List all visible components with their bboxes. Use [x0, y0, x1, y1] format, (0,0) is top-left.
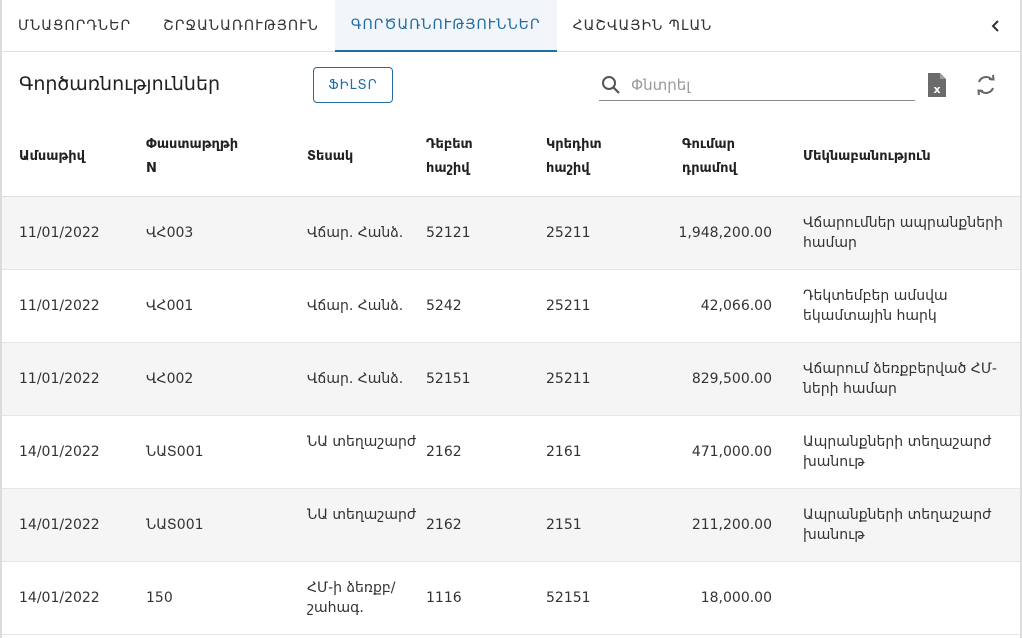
- toolbar: Գործառնություններ ՖԻԼՏՐ x: [2, 53, 1020, 119]
- cell-amount: 42,066.00: [700, 298, 772, 314]
- cell-date: 11/01/2022: [19, 298, 100, 314]
- cell-document: 150: [146, 590, 173, 606]
- column-header-document-line2: N: [146, 161, 157, 176]
- cell-date: 14/01/2022: [19, 590, 100, 606]
- column-header-amount[interactable]: Գումար դրամով: [682, 133, 782, 181]
- cell-document: ՎՀ001: [146, 298, 194, 314]
- filter-button[interactable]: ՖԻԼՏՐ: [313, 67, 393, 103]
- table-row[interactable]: 11/01/2022 ՎՀ003 Վճար. Հանձ. 52121 25211…: [2, 197, 1020, 270]
- table-row[interactable]: 14/01/2022 150 ՀՄ-ի ձեռքբ/ շահագ. 1116 5…: [2, 562, 1020, 635]
- search-box: [599, 69, 915, 101]
- cell-description: Վճարում ձեռքբերված ՀՄ-ների համար: [803, 361, 997, 397]
- cell-debit: 52151: [426, 371, 471, 387]
- column-header-document[interactable]: Փաստաթղթի N: [146, 133, 296, 181]
- cell-description: Ապրանքների տեղաշարժ խանութ: [803, 434, 992, 470]
- cell-type: ՀՄ-ի ձեռքբ/ շահագ.: [307, 580, 396, 616]
- cell-date: 14/01/2022: [19, 517, 100, 533]
- search-input[interactable]: [631, 72, 911, 98]
- page-title: Գործառնություններ: [19, 73, 221, 95]
- svg-text:x: x: [933, 83, 940, 96]
- cell-type: ՆԱ տեղաշարժ: [307, 434, 417, 450]
- column-header-date[interactable]: Ամսաթիվ: [19, 145, 139, 169]
- tab-chart-of-accounts[interactable]: ՀԱՇՎԱՅԻՆ ՊԼԱՆ: [557, 0, 729, 52]
- tab-balances[interactable]: ՄՆԱՑՈՐԴՆԵՐ: [2, 0, 147, 52]
- column-header-debit-line2: հաշիվ: [426, 161, 470, 176]
- column-header-credit[interactable]: Կրեդիտ հաշիվ: [546, 133, 656, 181]
- cell-credit: 2161: [546, 444, 582, 460]
- column-header-amount-line1: Գումար: [682, 137, 735, 152]
- tab-operations[interactable]: ԳՈՐԾԱՌՆՈՒԹՅՈՒՆՆԵՐ: [334, 0, 557, 52]
- cell-type: Վճար. Հանձ.: [307, 298, 404, 314]
- column-header-debit-line1: Դեբետ: [426, 137, 473, 152]
- cell-credit: 52151: [546, 590, 591, 606]
- table-row[interactable]: 11/01/2022 ՎՀ001 Վճար. Հանձ. 5242 25211 …: [2, 270, 1020, 343]
- tab-turnover[interactable]: ՇՐՋԱՆԱՌՈՒԹՅՈՒՆ: [147, 0, 335, 52]
- cell-date: 14/01/2022: [19, 444, 100, 460]
- column-header-amount-line2: դրամով: [682, 161, 737, 176]
- column-header-credit-line1: Կրեդիտ: [546, 137, 602, 152]
- cell-credit: 25211: [546, 371, 591, 387]
- cell-credit: 25211: [546, 225, 591, 241]
- cell-document: ՎՀ002: [146, 371, 194, 387]
- search-icon: [601, 75, 621, 95]
- table-row[interactable]: 14/01/2022 ՆԱՏ001 ՆԱ տեղաշարժ 2162 2161 …: [2, 416, 1020, 489]
- cell-debit: 2162: [426, 517, 462, 533]
- table-row[interactable]: 11/01/2022 ՎՀ002 Վճար. Հանձ. 52151 25211…: [2, 343, 1020, 416]
- column-header-description[interactable]: Մեկնաբանություն: [803, 145, 1003, 169]
- cell-credit: 25211: [546, 298, 591, 314]
- cell-amount: 211,200.00: [691, 517, 772, 533]
- app-frame: ՄՆԱՑՈՐԴՆԵՐ ՇՐՋԱՆԱՌՈՒԹՅՈՒՆ ԳՈՐԾԱՌՆՈՒԹՅՈՒՆ…: [0, 0, 1022, 638]
- tab-bar: ՄՆԱՑՈՐԴՆԵՐ ՇՐՋԱՆԱՌՈՒԹՅՈՒՆ ԳՈՐԾԱՌՆՈՒԹՅՈՒՆ…: [2, 0, 1020, 52]
- cell-document: ՆԱՏ001: [146, 517, 204, 533]
- cell-type: Վճար. Հանձ.: [307, 371, 404, 387]
- cell-document: ՆԱՏ001: [146, 444, 204, 460]
- cell-debit: 5242: [426, 298, 462, 314]
- cell-amount: 471,000.00: [691, 444, 772, 460]
- column-header-type[interactable]: Տեսակ: [307, 145, 417, 169]
- cell-amount: 18,000.00: [700, 590, 772, 606]
- cell-type: ՆԱ տեղաշարժ: [307, 507, 417, 523]
- cell-debit: 52121: [426, 225, 471, 241]
- cell-date: 11/01/2022: [19, 371, 100, 387]
- cell-amount: 829,500.00: [691, 371, 772, 387]
- column-header-credit-line2: հաշիվ: [546, 161, 590, 176]
- cell-type: Վճար. Հանձ.: [307, 225, 404, 241]
- operations-table: Ամսաթիվ Փաստաթղթի N Տեսակ Դեբետ հաշիվ Կր…: [2, 119, 1020, 635]
- table-row[interactable]: 14/01/2022 ՆԱՏ001 ՆԱ տեղաշարժ 2162 2151 …: [2, 489, 1020, 562]
- cell-description: Վճարումներ ապրանքների համար: [803, 215, 1003, 251]
- cell-debit: 2162: [426, 444, 462, 460]
- column-header-document-line1: Փաստաթղթի: [146, 137, 239, 152]
- table-header: Ամսաթիվ Փաստաթղթի N Տեսակ Դեբետ հաշիվ Կր…: [2, 119, 1020, 197]
- cell-credit: 2151: [546, 517, 582, 533]
- cell-description: Ապրանքների տեղաշարժ խանութ: [803, 507, 992, 543]
- cell-description: Դեկտեմբեր ամսվա եկամտային հարկ: [803, 288, 948, 324]
- excel-export-icon[interactable]: x: [926, 72, 948, 98]
- cell-debit: 1116: [426, 590, 462, 606]
- cell-document: ՎՀ003: [146, 225, 194, 241]
- chevron-left-icon[interactable]: [986, 16, 1006, 36]
- cell-date: 11/01/2022: [19, 225, 100, 241]
- column-header-debit[interactable]: Դեբետ հաշիվ: [426, 133, 536, 181]
- cell-amount: 1,948,200.00: [678, 225, 772, 241]
- refresh-icon[interactable]: [975, 74, 997, 96]
